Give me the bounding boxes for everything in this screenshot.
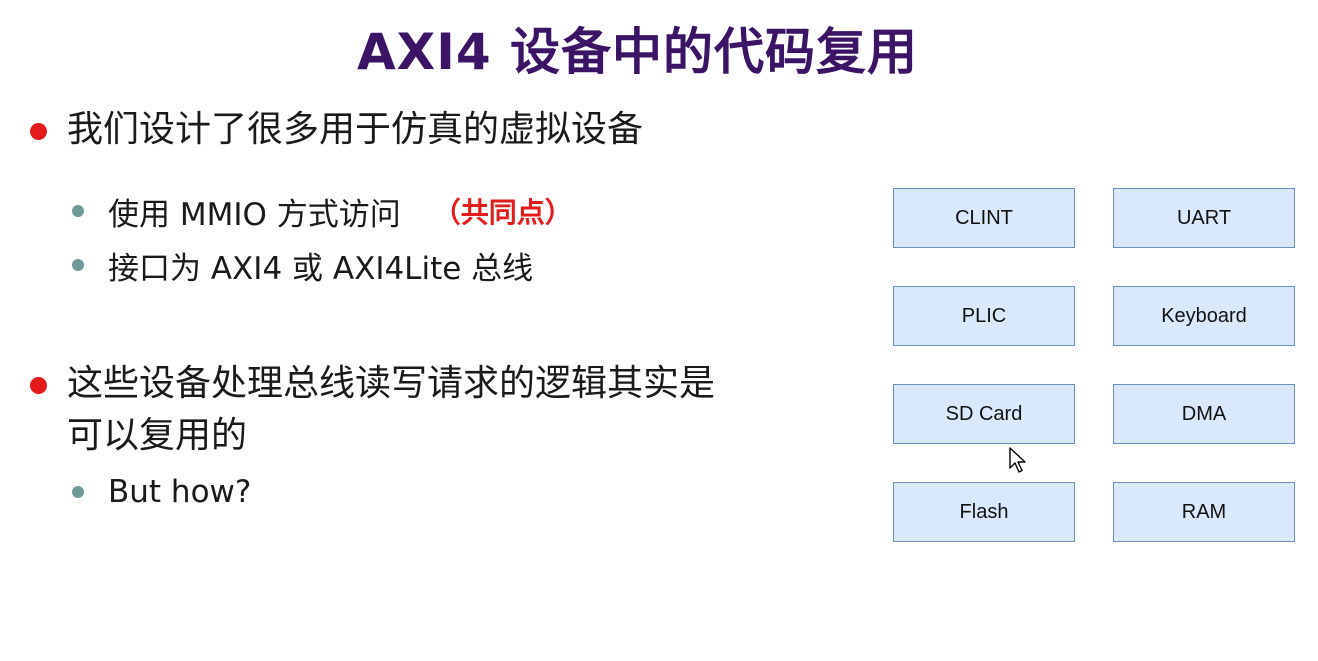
sub-bullet-1-1: 使用 MMIO 方式访问 （共同点） — [72, 189, 573, 233]
bullet-2: 这些设备处理总线读写请求的逻辑其实是 可以复用的 — [30, 358, 715, 462]
bullet-dot-icon — [30, 123, 47, 140]
device-box-sd-card: SD Card — [893, 384, 1075, 444]
device-box-ram: RAM — [1113, 482, 1295, 542]
device-box-dma: DMA — [1113, 384, 1295, 444]
bullet-2-line-2: 可以复用的 — [67, 415, 248, 456]
device-box-uart: UART — [1113, 188, 1295, 248]
sub-bullet-2-1-text: But how? — [108, 474, 252, 510]
sub-bullet-dot-icon — [72, 259, 84, 271]
mouse-cursor-icon — [1009, 447, 1026, 473]
sub-bullet-dot-icon — [72, 205, 84, 217]
bullet-2-text: 这些设备处理总线读写请求的逻辑其实是 可以复用的 — [67, 358, 715, 462]
device-box-clint: CLINT — [893, 188, 1075, 248]
slide-title: AXI4 设备中的代码复用 — [356, 23, 919, 81]
bullet-1: 我们设计了很多用于仿真的虚拟设备 — [30, 104, 643, 156]
sub-bullet-1-2-text: 接口为 AXI4 或 AXI4Lite 总线 — [108, 250, 534, 287]
bullet-1-text: 我们设计了很多用于仿真的虚拟设备 — [67, 109, 644, 150]
bullet-dot-icon — [30, 377, 47, 394]
device-box-keyboard: Keyboard — [1113, 286, 1295, 346]
device-box-plic: PLIC — [893, 286, 1075, 346]
sub-bullet-1-1-text: 使用 MMIO 方式访问 — [108, 196, 401, 233]
sub-bullet-2-1: But how? — [72, 470, 251, 514]
sub-bullet-1-2: 接口为 AXI4 或 AXI4Lite 总线 — [72, 243, 533, 287]
device-box-flash: Flash — [893, 482, 1075, 542]
bullet-2-line-1: 这些设备处理总线读写请求的逻辑其实是 — [67, 363, 716, 404]
common-point-note: （共同点） — [432, 196, 573, 229]
sub-bullet-dot-icon — [72, 486, 84, 498]
